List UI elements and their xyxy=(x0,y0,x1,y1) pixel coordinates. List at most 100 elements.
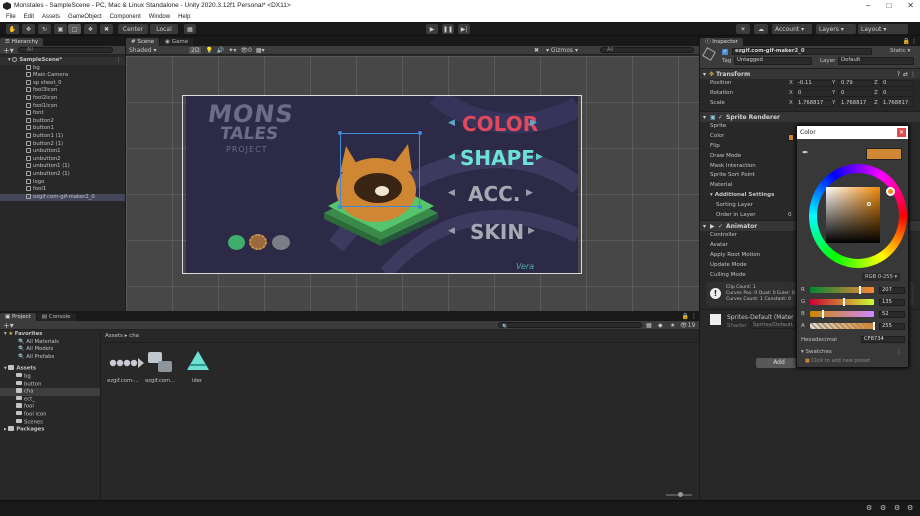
scale-y-field[interactable]: 1.768817 xyxy=(838,99,874,107)
move-tool-icon[interactable]: ✥ xyxy=(22,24,35,34)
scene-tools-icon[interactable]: ✖ xyxy=(534,47,539,54)
menu-skin-label[interactable]: SKIN xyxy=(470,220,524,244)
red-input[interactable]: 207 xyxy=(879,287,905,294)
scene-viewport[interactable]: MONS TALES PROJECT ◀ COLOR ▶ ◀ SHAPE ▶ ◀… xyxy=(126,56,699,311)
hierarchy-item[interactable]: button1 xyxy=(0,125,125,133)
grid-visibility-icon[interactable]: ▦▾ xyxy=(256,47,265,54)
layout-dropdown[interactable]: Layout ▾ xyxy=(858,24,908,34)
selection-handle[interactable] xyxy=(338,131,342,135)
hierarchy-item[interactable]: unbutton1 (1) xyxy=(0,163,125,171)
shader-dropdown[interactable]: Sprites/Default xyxy=(750,322,796,330)
menu-color-label[interactable]: COLOR xyxy=(462,112,538,136)
cloud-icon[interactable]: ☁ xyxy=(754,24,768,34)
scene-search-input[interactable]: All xyxy=(600,47,694,53)
add-preset-row[interactable]: ■ Click to add new preset xyxy=(805,358,870,364)
position-x-field[interactable]: -0.11 xyxy=(795,80,833,88)
menu-edit[interactable]: Edit xyxy=(24,12,34,22)
menu-gameobject[interactable]: GameObject xyxy=(68,12,102,22)
shape-right-arrow-icon[interactable]: ▶ xyxy=(536,152,543,162)
slider-handle[interactable] xyxy=(678,492,683,497)
filter-label-icon[interactable]: ◆ xyxy=(658,322,663,329)
layer-dropdown[interactable]: Default xyxy=(838,57,914,65)
selection-handle[interactable] xyxy=(338,205,342,209)
sv-cursor[interactable] xyxy=(867,202,871,206)
hand-tool-icon[interactable]: ✋ xyxy=(6,24,19,34)
account-dropdown[interactable]: Account ▾ xyxy=(772,24,812,34)
scene-row[interactable]: ▾ SampleScene* ⋮ xyxy=(0,57,125,65)
rotation-z-field[interactable]: 0 xyxy=(880,90,914,98)
status-icon[interactable]: ⚙ xyxy=(907,504,913,512)
hierarchy-item[interactable]: button1 (1) xyxy=(0,132,125,141)
eyedropper-icon[interactable]: ✒ xyxy=(802,148,809,157)
minimize-icon[interactable]: – xyxy=(866,0,870,12)
blue-slider[interactable] xyxy=(810,311,874,317)
sprite-sheet-asset-icon[interactable] xyxy=(108,352,144,374)
hierarchy-item[interactable]: fool3icon xyxy=(0,87,125,95)
folder-item[interactable]: ect_ xyxy=(0,395,100,404)
packages-row[interactable]: ▸ Packages xyxy=(0,426,100,434)
hierarchy-item[interactable]: fool2icon xyxy=(0,94,125,103)
animation-clip-icon[interactable] xyxy=(186,350,216,372)
2d-toggle[interactable]: 2D xyxy=(189,46,202,54)
pivot-local-button[interactable]: Local xyxy=(150,24,178,34)
inspector-lock-icon[interactable]: 🔒 xyxy=(903,38,910,45)
rect-tool-icon[interactable]: □ xyxy=(68,24,81,34)
tab-inspector[interactable]: ⓘ Inspector xyxy=(700,38,743,46)
close-icon[interactable]: ✕ xyxy=(907,0,914,12)
hidden-objects-icon[interactable]: 👁0 xyxy=(240,47,251,54)
favorite-star-icon[interactable]: ★ xyxy=(670,322,675,329)
project-lock-icon[interactable]: 🔒 xyxy=(682,313,689,320)
folder-item[interactable]: bg xyxy=(0,372,100,381)
sprite-renderer-header[interactable]: ▾ ▣ ✓ Sprite Renderer xyxy=(700,111,920,123)
transform-header[interactable]: ▾ ✥ Transform ? ⇄ ⋮ xyxy=(700,68,920,79)
breadcrumb-current[interactable]: cha xyxy=(129,333,139,339)
audio-icon[interactable]: 🔊 xyxy=(217,47,224,54)
skin-right-arrow-icon[interactable]: ▶ xyxy=(528,226,535,236)
rotation-x-field[interactable]: 0 xyxy=(795,90,833,98)
color-left-arrow-icon[interactable]: ◀ xyxy=(448,118,455,128)
tab-console[interactable]: ▤ Console xyxy=(36,313,76,321)
menu-window[interactable]: Window xyxy=(149,12,170,22)
project-menu-icon[interactable]: ⋮ xyxy=(691,313,697,320)
folder-item[interactable]: Scenes xyxy=(0,418,100,427)
scale-tool-icon[interactable]: ▣ xyxy=(54,24,67,34)
color-mode-dropdown[interactable]: RGB 0-255 ▾ xyxy=(862,273,900,281)
scale-z-field[interactable]: 1.768817 xyxy=(880,99,914,107)
menu-component[interactable]: Component xyxy=(110,12,141,22)
project-create-icon[interactable]: +▾ xyxy=(3,321,14,330)
hierarchy-item[interactable]: font xyxy=(0,110,125,118)
blue-slider-handle[interactable] xyxy=(822,310,824,318)
breadcrumb-root[interactable]: Assets xyxy=(105,333,123,339)
status-icon[interactable]: ⚙ xyxy=(894,504,900,512)
menu-file[interactable]: File xyxy=(6,12,16,22)
alpha-slider[interactable] xyxy=(810,323,874,329)
rotate-tool-icon[interactable]: ↻ xyxy=(38,24,51,34)
hierarchy-item[interactable]: unbutton1 xyxy=(0,148,125,156)
hex-input[interactable]: CF8734 xyxy=(861,336,905,343)
hue-cursor[interactable] xyxy=(886,187,895,196)
inspector-menu-icon[interactable]: ⋮ xyxy=(911,38,917,45)
pause-button-icon[interactable]: ❚❚ xyxy=(442,24,454,34)
shading-mode-dropdown[interactable]: Shaded ▾ xyxy=(129,47,179,54)
swatches-menu-icon[interactable]: ⋮ xyxy=(896,349,902,356)
folder-item[interactable]: cha xyxy=(0,388,100,396)
hierarchy-item[interactable]: ezgif.com-gif-maker2_0 xyxy=(0,193,125,202)
icon-size-slider[interactable] xyxy=(666,492,692,497)
green-input[interactable]: 135 xyxy=(879,299,905,306)
shape-left-arrow-icon[interactable]: ◀ xyxy=(448,152,455,162)
hidden-packages-icon[interactable]: 👁19 xyxy=(680,322,695,329)
status-icon[interactable]: ⚙ xyxy=(866,504,872,512)
static-toggle[interactable]: Static ▾ xyxy=(890,48,910,54)
menu-acc-label[interactable]: ACC. xyxy=(468,182,520,206)
folder-item[interactable]: fool xyxy=(0,403,100,411)
skin-left-arrow-icon[interactable]: ◀ xyxy=(448,226,455,236)
hierarchy-item[interactable]: unbutton2 xyxy=(0,155,125,164)
menu-assets[interactable]: Assets xyxy=(42,12,60,22)
grid-snap-icon[interactable]: ▦ xyxy=(184,24,196,34)
hierarchy-item[interactable]: button2 (1) xyxy=(0,140,125,149)
play-button-icon[interactable]: ▶ xyxy=(426,24,438,34)
lighting-icon[interactable]: 💡 xyxy=(205,47,212,54)
saturation-value-box[interactable] xyxy=(826,187,880,243)
status-icon[interactable]: ⚙ xyxy=(880,504,886,512)
alpha-slider-handle[interactable] xyxy=(873,322,875,330)
